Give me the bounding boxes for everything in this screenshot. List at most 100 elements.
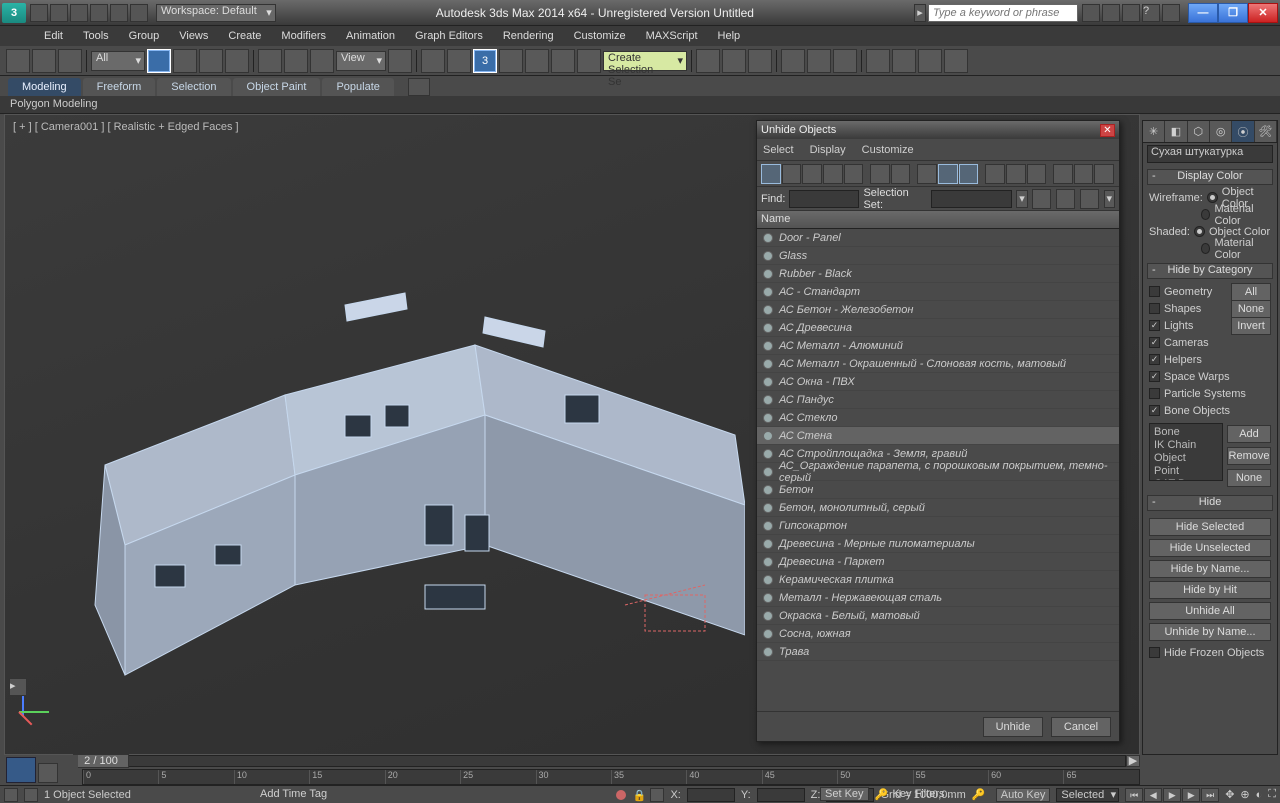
key-filters-button[interactable]: Key Filters...	[893, 788, 954, 800]
qat-open-icon[interactable]	[50, 4, 68, 22]
menu-tools[interactable]: Tools	[73, 27, 119, 45]
render-frame-icon[interactable]	[892, 49, 916, 73]
list-item[interactable]: IK Chain Object	[1154, 439, 1218, 465]
select-object-icon[interactable]	[147, 49, 171, 73]
sel-set-btn3[interactable]	[1080, 189, 1099, 209]
ref-coord-dropdown[interactable]: View	[336, 51, 386, 71]
ribbon-tab-selection[interactable]: Selection	[157, 78, 230, 96]
render-icon[interactable]	[918, 49, 942, 73]
chk-space-warps[interactable]	[1149, 371, 1160, 382]
named-sel-dropdown[interactable]: Create Selection Se	[603, 51, 687, 71]
key-key-icon[interactable]: 🔑	[875, 788, 887, 800]
list-icon-1[interactable]	[985, 164, 1005, 184]
dlg-menu-customize[interactable]: Customize	[862, 144, 914, 156]
tab-create-icon[interactable]: ✳	[1143, 121, 1165, 142]
manipulate-icon[interactable]	[421, 49, 445, 73]
display-groups-icon[interactable]	[917, 164, 937, 184]
display-space-icon[interactable]	[891, 164, 911, 184]
tab-hierarchy-icon[interactable]: ⬡	[1188, 121, 1210, 142]
remove-button[interactable]: Remove	[1227, 447, 1271, 465]
nav-fov-icon[interactable]: ◐	[1256, 789, 1263, 801]
cat-btn-none[interactable]: None	[1231, 300, 1271, 318]
help-icon[interactable]: ?	[1142, 4, 1160, 22]
rotate-icon[interactable]	[284, 49, 308, 73]
schematic-icon[interactable]	[807, 49, 831, 73]
dlg-menu-select[interactable]: Select	[763, 144, 794, 156]
none-button2[interactable]: None	[1227, 469, 1271, 487]
menu-create[interactable]: Create	[218, 27, 271, 45]
rollout-hide-category[interactable]: Hide by Category	[1147, 263, 1273, 279]
menu-animation[interactable]: Animation	[336, 27, 405, 45]
chk-shapes[interactable]	[1149, 303, 1160, 314]
display-all-icon[interactable]	[761, 164, 781, 184]
add-button[interactable]: Add	[1227, 425, 1271, 443]
list-item[interactable]: АС Металл - Алюминий	[757, 337, 1119, 355]
list-column-header[interactable]: Name	[757, 211, 1119, 229]
play-icon[interactable]: ▶	[1163, 788, 1181, 802]
percent-snap-icon[interactable]	[525, 49, 549, 73]
bind-icon[interactable]	[58, 49, 82, 73]
list-item[interactable]: АС Металл - Окрашенный - Слоновая кость,…	[757, 355, 1119, 373]
qat-new-icon[interactable]	[30, 4, 48, 22]
ribbon-expand-icon[interactable]	[408, 78, 430, 96]
key-mode-dropdown[interactable]: Selected	[1056, 788, 1119, 802]
favorites-icon[interactable]	[1122, 4, 1140, 22]
wireframe-obj-radio[interactable]	[1207, 192, 1218, 203]
display-geom-icon[interactable]	[782, 164, 802, 184]
align-icon[interactable]	[722, 49, 746, 73]
slider-next-icon[interactable]: ▶	[1126, 755, 1140, 767]
shaded-mat-radio[interactable]	[1201, 243, 1210, 254]
btn-hide-by-hit[interactable]: Hide by Hit	[1149, 581, 1271, 599]
display-xrefs-icon[interactable]	[938, 164, 958, 184]
chk-hide-frozen[interactable]	[1149, 647, 1160, 658]
qat-redo-icon[interactable]	[110, 4, 128, 22]
edit-named-sel-icon[interactable]	[577, 49, 601, 73]
list-item[interactable]: АС Древесина	[757, 319, 1119, 337]
y-field[interactable]	[757, 788, 805, 802]
track-key-icon[interactable]	[6, 757, 36, 783]
next-frame-icon[interactable]: ▶	[1182, 788, 1200, 802]
display-cameras-icon[interactable]	[844, 164, 864, 184]
list-item[interactable]: АС Стекло	[757, 409, 1119, 427]
curve-editor-icon[interactable]	[781, 49, 805, 73]
script-icon[interactable]	[4, 788, 18, 802]
listener-icon[interactable]	[24, 788, 38, 802]
qat-undo-icon[interactable]	[90, 4, 108, 22]
selection-filter-dropdown[interactable]: All	[91, 51, 145, 71]
layers-icon[interactable]	[748, 49, 772, 73]
lock-pin-icon[interactable]	[616, 790, 626, 800]
btn-hide-unselected[interactable]: Hide Unselected	[1149, 539, 1271, 557]
menu-graph-editors[interactable]: Graph Editors	[405, 27, 493, 45]
dialog-titlebar[interactable]: Unhide Objects ✕	[757, 121, 1119, 139]
menu-edit[interactable]: Edit	[34, 27, 73, 45]
bone-listbox[interactable]: BoneIK Chain ObjectPointCAT Bone	[1149, 423, 1223, 481]
add-time-tag[interactable]: Add Time Tag	[260, 788, 327, 800]
dropdown-icon[interactable]	[1162, 4, 1180, 22]
material-editor-icon[interactable]	[833, 49, 857, 73]
list-item[interactable]: Окраска - Белый, матовый	[757, 607, 1119, 625]
tab-motion-icon[interactable]: ◎	[1210, 121, 1232, 142]
list-item[interactable]: Point	[1154, 465, 1218, 478]
btn-unhide-by-name-[interactable]: Unhide by Name...	[1149, 623, 1271, 641]
tab-utilities-icon[interactable]: 🛠	[1255, 121, 1277, 142]
wireframe-mat-radio[interactable]	[1201, 209, 1210, 220]
list-item[interactable]: Гипсокартон	[757, 517, 1119, 535]
x-field[interactable]	[687, 788, 735, 802]
display-shapes-icon[interactable]	[802, 164, 822, 184]
select-name-icon[interactable]	[173, 49, 197, 73]
menu-rendering[interactable]: Rendering	[493, 27, 564, 45]
menu-views[interactable]: Views	[169, 27, 218, 45]
list-item[interactable]: АС_Ограждение парапета, с порошковым пок…	[757, 463, 1119, 481]
list-item[interactable]: Сосна, южная	[757, 625, 1119, 643]
list-item[interactable]: Door - Panel	[757, 229, 1119, 247]
goto-end-icon[interactable]: ⏭	[1201, 788, 1219, 802]
sel-set-arrow-icon[interactable]: ▾	[1016, 190, 1027, 208]
qat-save-icon[interactable]	[70, 4, 88, 22]
menu-help[interactable]: Help	[708, 27, 751, 45]
close-button[interactable]: ✕	[1248, 3, 1278, 23]
chk-helpers[interactable]	[1149, 354, 1160, 365]
qat-link-icon[interactable]	[130, 4, 148, 22]
list-item[interactable]: Металл - Нержавеющая сталь	[757, 589, 1119, 607]
pivot-icon[interactable]	[388, 49, 412, 73]
config-icon[interactable]	[1074, 164, 1094, 184]
